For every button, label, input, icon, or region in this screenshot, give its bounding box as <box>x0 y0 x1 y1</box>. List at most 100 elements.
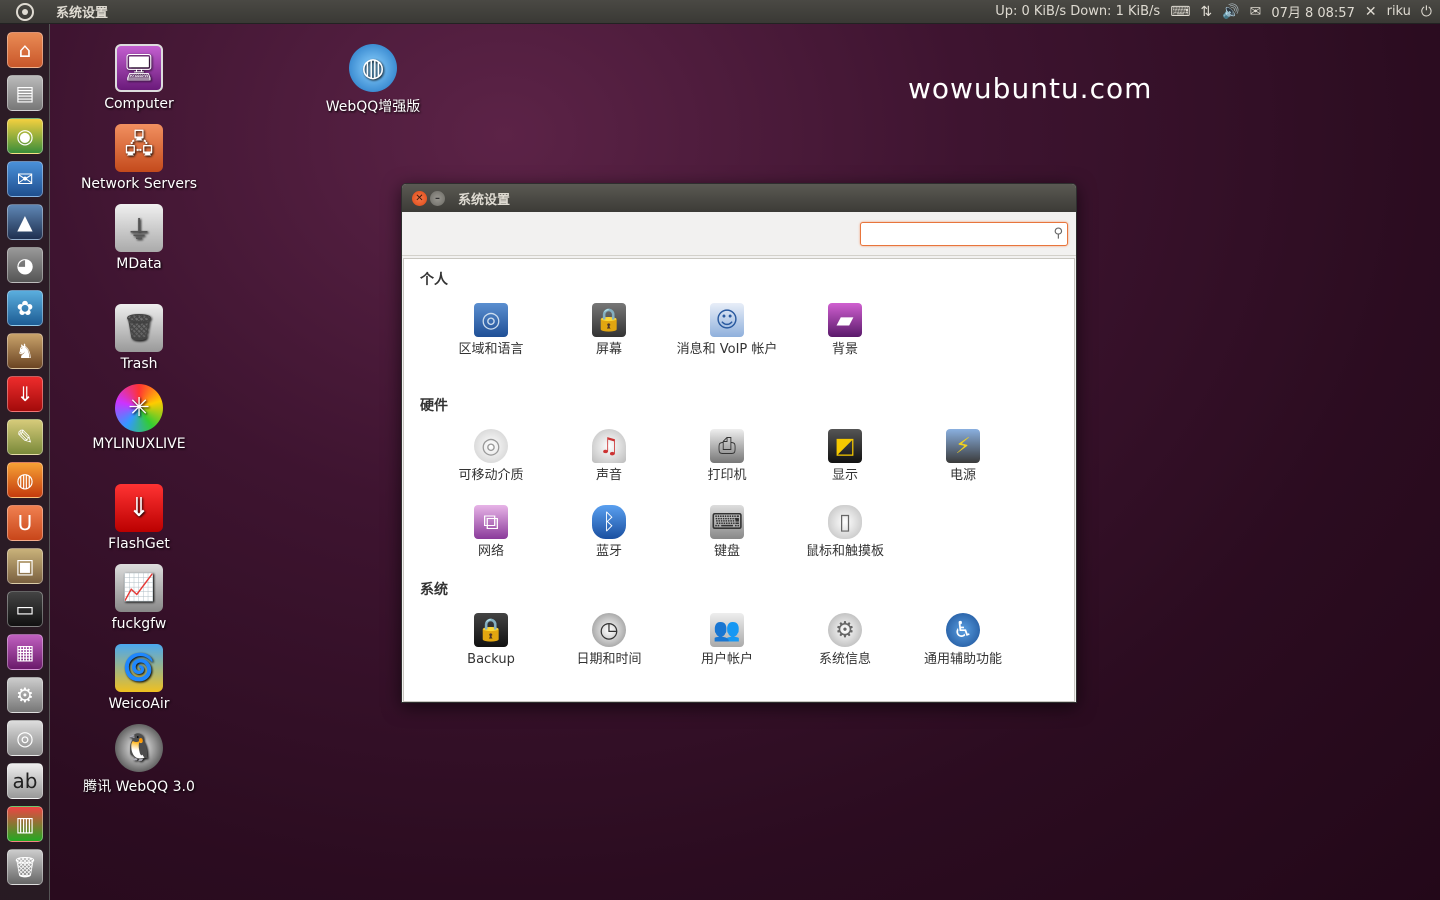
item-bluetooth[interactable]: ᛒ 蓝牙 <box>550 505 668 560</box>
desktop-icon-label: WebQQ增强版 <box>325 99 421 115</box>
desktop-icon-trash[interactable]: 🗑 Trash <box>69 304 209 372</box>
network-speed-indicator[interactable]: Up: 0 KiB/s Down: 1 KiB/s <box>995 4 1160 19</box>
keyboard-icon: ⌨ <box>710 505 744 539</box>
desktop-icon-network-servers[interactable]: 🖧 Network Servers <box>69 124 209 192</box>
item-label: 消息和 VoIP 帐户 <box>676 342 778 357</box>
item-removable-media[interactable]: ◎ 可移动介质 <box>432 429 550 484</box>
launcher-firefox-icon[interactable]: ◍ <box>7 462 43 498</box>
usb-drive-icon: ⏚ <box>115 204 163 252</box>
desktop-icon-fuckgfw[interactable]: 📈 fuckgfw <box>69 564 209 632</box>
item-label: 日期和时间 <box>576 652 642 667</box>
desktop-icon-label: fuckgfw <box>111 616 167 632</box>
battery-power-icon: ⚡ <box>946 429 980 463</box>
launcher-terminal-icon[interactable]: ▭ <box>7 591 43 627</box>
item-background[interactable]: ▰ 背景 <box>786 303 904 358</box>
item-label: 系统信息 <box>818 652 871 667</box>
computer-icon: 🖥 <box>115 44 163 92</box>
launcher-shotwell-icon[interactable]: ✿ <box>7 290 43 326</box>
item-universal-access[interactable]: ♿ 通用辅助功能 <box>904 613 1022 668</box>
mail-icon[interactable]: ✉ <box>1250 4 1262 20</box>
window-minimize-button[interactable]: – <box>430 190 445 206</box>
launcher-notes-icon[interactable]: ✎ <box>7 419 43 455</box>
item-date-time[interactable]: ◷ 日期和时间 <box>550 613 668 668</box>
desktop-icon-flashget[interactable]: ⇓ FlashGet <box>69 484 209 552</box>
launcher-software-center-icon[interactable]: ▣ <box>7 548 43 584</box>
network-arrows-icon[interactable]: ⇅ <box>1200 4 1212 20</box>
item-label: 声音 <box>595 468 622 483</box>
launcher-disc-icon[interactable]: ◎ <box>7 720 43 756</box>
trash-icon: 🗑 <box>115 304 163 352</box>
watermark-text: wowubuntu.com <box>908 72 1153 105</box>
launcher-desktop-settings-icon[interactable]: ▦ <box>7 634 43 670</box>
desktop-icon-webqq-enhanced[interactable]: ◍ WebQQ增强版 <box>303 44 443 116</box>
desktop-icon-label: Network Servers <box>80 176 198 192</box>
item-mouse-touchpad[interactable]: ▯ 鼠标和触摸板 <box>786 505 904 560</box>
item-messaging-voip[interactable]: ☺ 消息和 VoIP 帐户 <box>668 303 786 358</box>
clock[interactable]: 07月 8 08:57 <box>1271 2 1355 21</box>
desktop-icon-computer[interactable]: 🖥 Computer <box>69 44 209 112</box>
launcher-home-folder-icon[interactable]: ⌂ <box>7 32 43 68</box>
item-keyboard[interactable]: ⌨ 键盘 <box>668 505 786 560</box>
item-network[interactable]: ⧉ 网络 <box>432 505 550 560</box>
item-label: 网络 <box>477 544 504 559</box>
launcher-flashget-icon[interactable]: ⇓ <box>7 376 43 412</box>
screen-lock-icon: 🔒 <box>592 303 626 337</box>
user-switch-icon[interactable]: ✕ <box>1365 4 1377 20</box>
launcher-trash-icon[interactable]: 🗑 <box>7 849 43 885</box>
item-label: 电源 <box>949 468 976 483</box>
search-icon[interactable]: ⚲ <box>1053 226 1063 241</box>
desktop-icon-mdata[interactable]: ⏚ MData <box>69 204 209 272</box>
item-label: 通用辅助功能 <box>923 652 1002 667</box>
item-region-language[interactable]: ◎ 区域和语言 <box>432 303 550 358</box>
item-display[interactable]: ◩ 显示 <box>786 429 904 484</box>
search-input[interactable] <box>865 223 1054 244</box>
launcher-thunderbird-icon[interactable]: ✉ <box>7 161 43 197</box>
clock-icon: ◷ <box>592 613 626 647</box>
user-name[interactable]: riku <box>1387 4 1411 19</box>
launcher-chrome-icon[interactable]: ◉ <box>7 118 43 154</box>
launcher-gimp-icon[interactable]: ◕ <box>7 247 43 283</box>
item-system-info[interactable]: ⚙ 系统信息 <box>786 613 904 668</box>
item-screen[interactable]: 🔒 屏幕 <box>550 303 668 358</box>
item-sound[interactable]: ♫ 声音 <box>550 429 668 484</box>
window-close-button[interactable]: ✕ <box>412 190 427 206</box>
keyboard-icon[interactable]: ⌨ <box>1170 4 1190 20</box>
qq-penguin-icon: 🐧 <box>115 724 163 772</box>
mouse-icon: ▯ <box>828 505 862 539</box>
desktop-icon-weicoair[interactable]: 🌀 WeicoAir <box>69 644 209 712</box>
desktop-icon-mylinuxlive[interactable]: ✳ MYLINUXLIVE <box>69 384 209 452</box>
item-label: 用户帐户 <box>700 652 753 667</box>
search-box[interactable]: ⚲ <box>860 221 1068 246</box>
ubuntu-logo-icon[interactable] <box>0 0 50 24</box>
wallpaper-icon: ▰ <box>828 303 862 337</box>
item-user-accounts[interactable]: 👥 用户帐户 <box>668 613 786 668</box>
desktop-icon-label: MData <box>116 256 162 272</box>
launcher: ⌂ ▤ ◉ ✉ ▲ ◕ ✿ ♞ ⇓ ✎ ◍ U ▣ ▭ ▦ ⚙ ◎ ab ▥ 🗑 <box>0 24 50 900</box>
volume-icon[interactable]: 🔊 <box>1222 4 1239 20</box>
item-printer[interactable]: ⎙ 打印机 <box>668 429 786 484</box>
users-icon: 👥 <box>710 613 744 647</box>
launcher-game-icon[interactable]: ♞ <box>7 333 43 369</box>
launcher-tools-icon[interactable]: ⚙ <box>7 677 43 713</box>
desktop-icon-webqq[interactable]: 🐧 腾讯 WebQQ 3.0 <box>69 724 209 796</box>
cd-disc-icon: ◎ <box>474 429 508 463</box>
network-computers-icon: ⧉ <box>474 505 508 539</box>
launcher-fonts-icon[interactable]: ab <box>7 763 43 799</box>
backup-safe-icon: 🔒 <box>474 613 508 647</box>
desktop-icon-label: FlashGet <box>108 536 170 552</box>
flashget-icon: ⇓ <box>115 484 163 532</box>
item-label: 显示 <box>831 468 858 483</box>
section-title-system: 系统 <box>420 582 448 598</box>
item-backup[interactable]: 🔒 Backup <box>432 613 550 668</box>
window-titlebar[interactable]: ✕ – 系统设置 <box>402 184 1076 212</box>
power-icon[interactable]: ⏻ <box>1421 4 1432 20</box>
desktop-icon-label: 腾讯 WebQQ 3.0 <box>83 779 195 795</box>
launcher-workspace-switcher-icon[interactable]: ▥ <box>7 806 43 842</box>
item-label: 可移动介质 <box>458 468 524 483</box>
launcher-ubuntu-one-icon[interactable]: U <box>7 505 43 541</box>
launcher-system-monitor-icon[interactable]: ▤ <box>7 75 43 111</box>
item-power[interactable]: ⚡ 电源 <box>904 429 1022 484</box>
launcher-inkscape-icon[interactable]: ▲ <box>7 204 43 240</box>
item-label: 键盘 <box>713 544 740 559</box>
webqq-globe-icon: ◍ <box>349 44 397 92</box>
